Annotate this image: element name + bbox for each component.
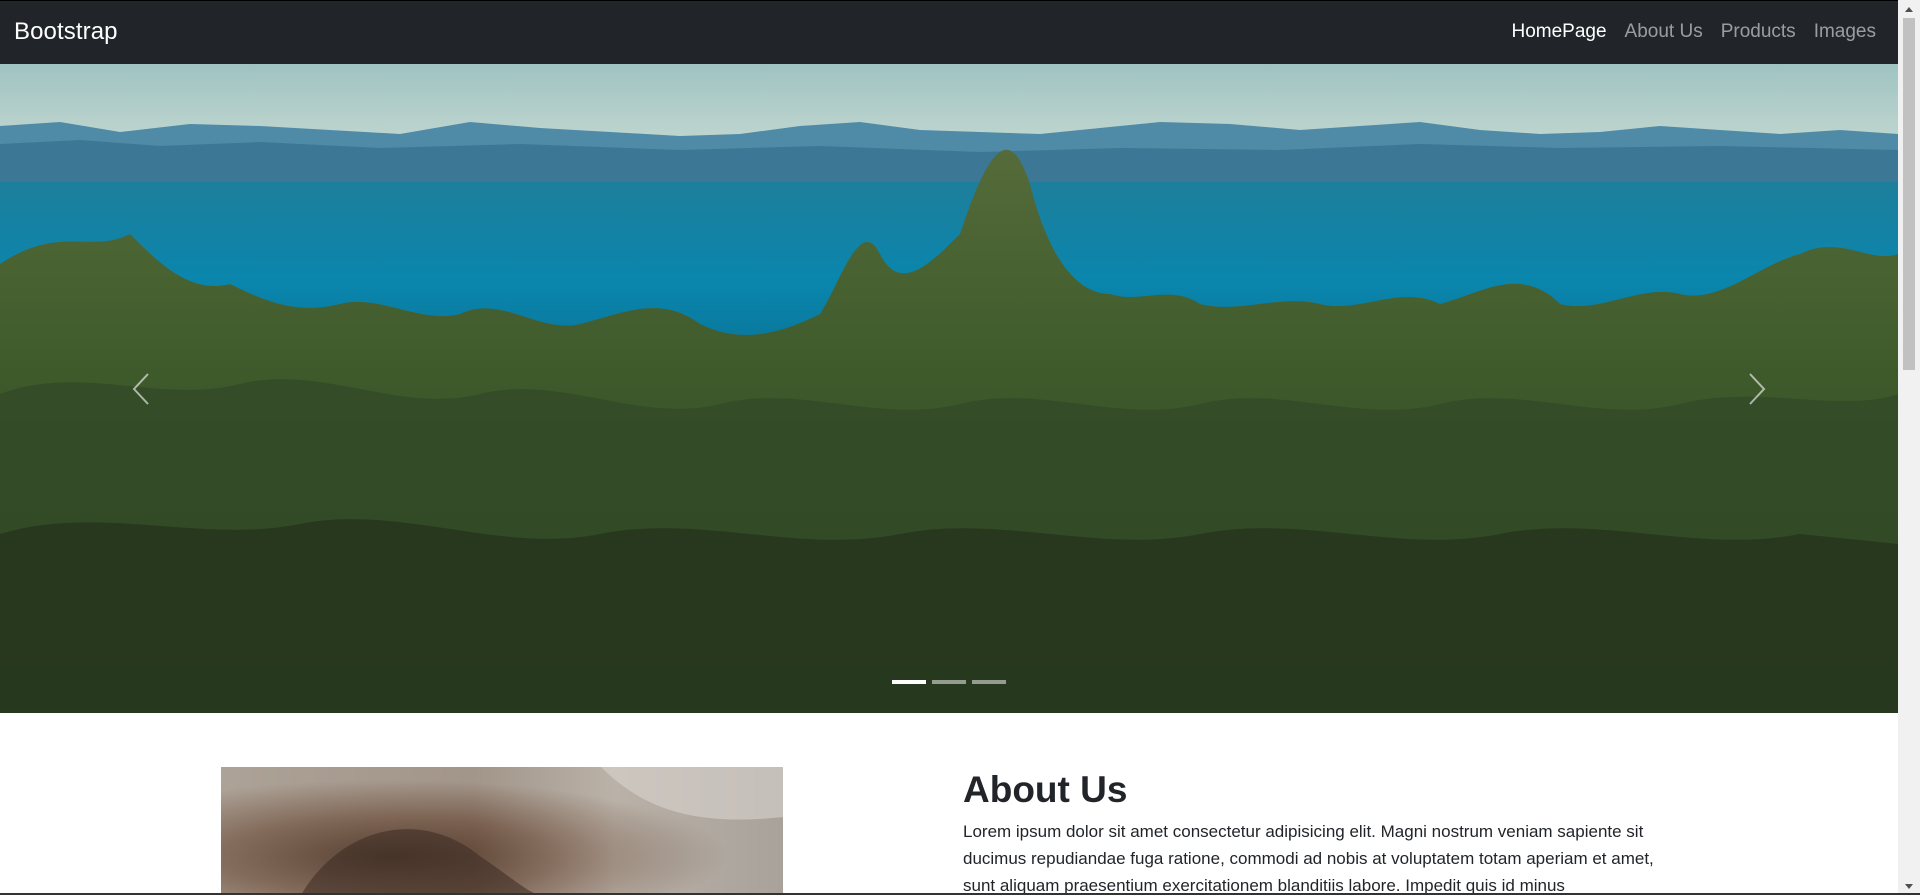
- about-title: About Us: [963, 769, 1128, 810]
- carousel-indicators: [0, 680, 1898, 684]
- about-section: About Us Lorem ipsum dolor sit amet cons…: [963, 768, 1688, 895]
- carousel-indicator-1[interactable]: [892, 680, 926, 684]
- about-image: [221, 767, 783, 895]
- navbar: Bootstrap HomePage About Us Products Ima…: [0, 0, 1898, 64]
- carousel-indicator-2[interactable]: [932, 680, 966, 684]
- page-scrollbar[interactable]: [1898, 0, 1920, 895]
- scrollbar-thumb[interactable]: [1903, 18, 1915, 370]
- nav-link-images[interactable]: Images: [1814, 22, 1876, 41]
- about-body: Lorem ipsum dolor sit amet consectetur a…: [963, 822, 1654, 895]
- carousel-prev-button[interactable]: [0, 64, 282, 713]
- page: Bootstrap HomePage About Us Products Ima…: [0, 0, 1920, 895]
- triangle-down-icon: [1905, 883, 1913, 889]
- chevron-right-icon: [1749, 372, 1766, 405]
- chevron-left-icon: [132, 372, 149, 405]
- navbar-brand[interactable]: Bootstrap: [14, 20, 118, 44]
- scroll-up-arrow[interactable]: [1898, 0, 1920, 18]
- nav-links: HomePage About Us Products Images: [1511, 22, 1876, 41]
- nav-link-products[interactable]: Products: [1721, 22, 1796, 41]
- carousel-next-button[interactable]: [1616, 64, 1898, 713]
- triangle-up-icon: [1905, 6, 1913, 12]
- hero-carousel: [0, 64, 1898, 713]
- nav-link-about-us[interactable]: About Us: [1625, 22, 1703, 41]
- carousel-slide-image: [0, 64, 1898, 713]
- carousel-indicator-3[interactable]: [972, 680, 1006, 684]
- nav-link-homepage[interactable]: HomePage: [1511, 22, 1606, 41]
